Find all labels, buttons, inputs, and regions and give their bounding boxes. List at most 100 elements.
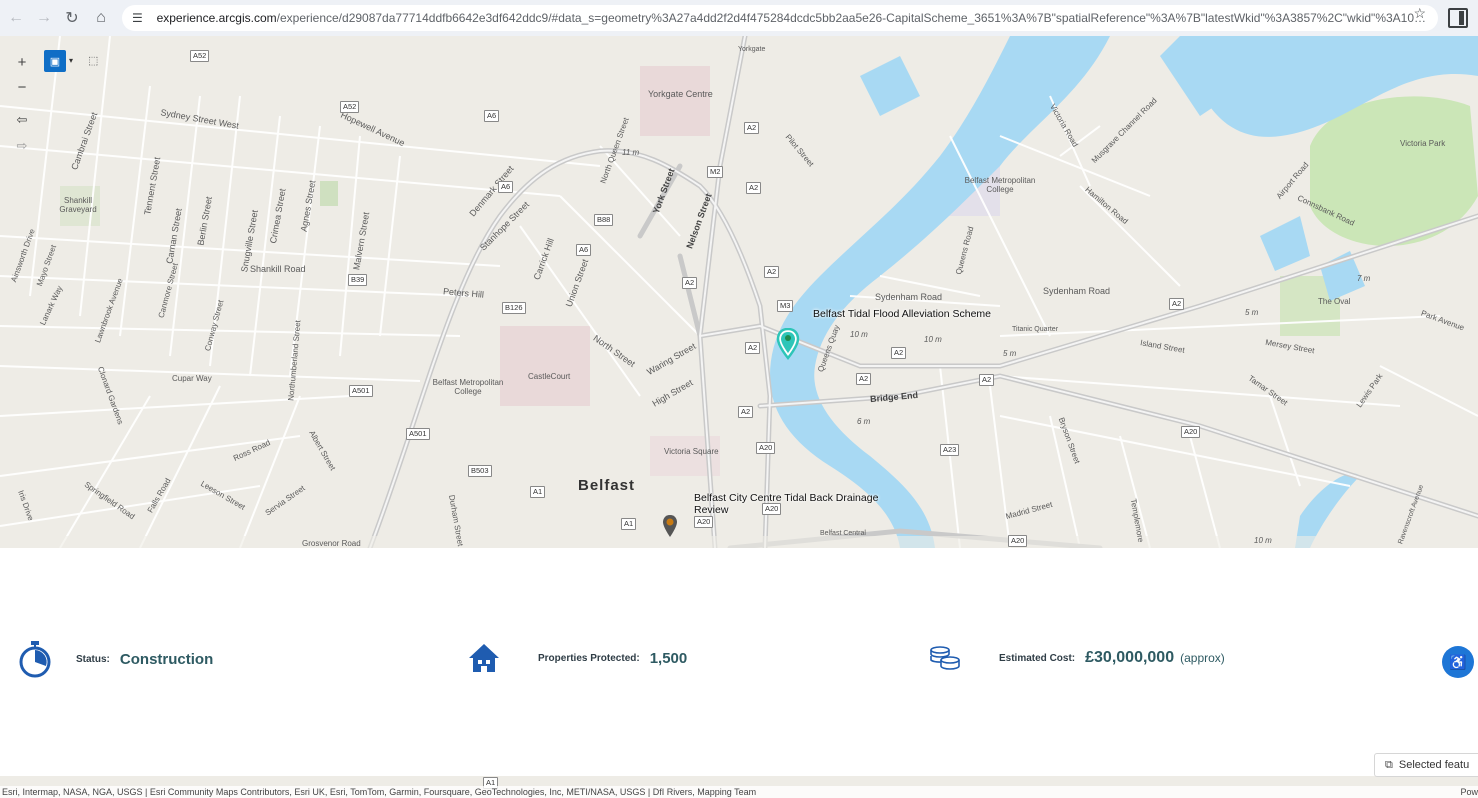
properties-label: Properties Protected: (538, 652, 640, 664)
road-shield: A6 (576, 244, 592, 256)
back-icon[interactable]: ← (2, 4, 30, 32)
road-shield: A2 (738, 406, 754, 418)
map-view[interactable]: Yorkgate Centre Yorkgate Sydney Street W… (0, 36, 1478, 548)
address-bar[interactable]: ☰ experience.arcgis.com /experience/d290… (122, 5, 1438, 31)
site-info-icon[interactable]: ☰ (132, 11, 149, 25)
road-shield: A2 (746, 182, 762, 194)
contour-label: 6 m (857, 417, 871, 426)
map-label: Victoria Park (1400, 139, 1446, 148)
road-shield: A2 (1169, 298, 1185, 310)
stopwatch-icon (19, 641, 51, 678)
status-stat: Status: Construction (18, 640, 213, 678)
map-label: Sydenham Road (875, 292, 943, 302)
road-shield: A20 (1181, 426, 1201, 438)
url-path: /experience/d29087da77714ddfb6642e3df642… (276, 11, 1428, 25)
road-shield: A2 (891, 347, 907, 359)
road-shield: A1 (621, 518, 637, 530)
road-shield: B126 (502, 302, 526, 314)
road-shield: A20 (694, 516, 714, 528)
feature-label[interactable]: Belfast City Centre Tidal Back Drainage … (694, 492, 884, 516)
contour-label: 11 m (622, 148, 640, 157)
url-host: experience.arcgis.com (156, 11, 277, 25)
attribution-text: Esri, Intermap, NASA, NGA, USGS | Esri C… (2, 787, 757, 797)
basemap (0, 36, 1478, 548)
status-label: Status: (76, 653, 110, 665)
map-label: Sydenham Road (1043, 286, 1111, 296)
map-label: Shankill Road (250, 264, 306, 274)
zoom-out-button[interactable]: − (10, 75, 34, 99)
feature-pin-drainage-review[interactable] (662, 514, 678, 538)
road-shield: A2 (856, 373, 872, 385)
road-shield: A6 (484, 110, 500, 122)
road-shield: A6 (498, 181, 514, 193)
previous-extent-button[interactable]: ⇦ (10, 108, 34, 132)
map-label: The Oval (1318, 297, 1351, 306)
road-shield: B39 (348, 274, 368, 286)
road-shield: A2 (744, 122, 760, 134)
road-shield: A23 (940, 444, 960, 456)
map-label: Shankill Graveyard (59, 196, 97, 214)
map-label: Belfast Metropolitan College (432, 378, 504, 396)
contour-label: 10 m (1254, 536, 1272, 545)
bookmark-star-icon[interactable]: ☆ (1413, 5, 1426, 22)
road-shield: A20 (1008, 535, 1028, 547)
contour-label: 5 m (1003, 349, 1017, 358)
map-label: CastleCourt (528, 372, 571, 381)
road-shield: A501 (349, 385, 373, 397)
map-label: Victoria Square (664, 447, 719, 456)
map-label: Yorkgate Centre (648, 89, 713, 99)
road-shield: A1 (530, 486, 546, 498)
side-panel-icon[interactable] (1448, 8, 1468, 28)
powered-by-text[interactable]: Pow (1456, 786, 1478, 798)
road-shield: A501 (406, 428, 430, 440)
map-label: Grosvenor Road (302, 539, 361, 548)
selected-features-label: Selected featu (1398, 759, 1470, 771)
accessibility-icon[interactable]: ♿ (1442, 646, 1474, 678)
map-attribution: Esri, Intermap, NASA, NGA, USGS | Esri C… (0, 786, 1478, 798)
status-value: Construction (119, 650, 214, 668)
contour-label: 7 m (1357, 274, 1371, 283)
contour-label: 5 m (1245, 308, 1259, 317)
home-icon[interactable]: ⌂ (87, 4, 115, 32)
road-shield: A2 (764, 266, 780, 278)
selected-features-button[interactable]: ⧉ Selected featu (1374, 753, 1478, 777)
road-shield: A52 (340, 101, 360, 113)
road-shield: A2 (979, 374, 995, 386)
select-dropdown-icon[interactable]: ▾ (69, 56, 73, 65)
scheme-info-panel: Status: Construction Properties Protecte… (0, 548, 1478, 776)
road-shield: A20 (756, 442, 776, 454)
cost-label: Estimated Cost: (999, 652, 1076, 664)
road-shield: B88 (594, 214, 614, 226)
road-shield: M3 (777, 300, 794, 312)
reload-icon[interactable]: ↻ (58, 4, 86, 32)
clear-selection-icon[interactable]: ⬚ (88, 54, 98, 67)
next-extent-button[interactable]: ⇨ (10, 134, 34, 158)
browser-toolbar: ← → ↻ ⌂ ☰ experience.arcgis.com /experie… (0, 0, 1478, 36)
road-shield: A52 (190, 50, 210, 62)
cost-note: (approx) (1180, 651, 1225, 665)
road-shield: A2 (682, 277, 698, 289)
coins-icon (930, 646, 960, 670)
house-icon (469, 644, 499, 672)
city-label: Belfast (578, 477, 636, 494)
contour-label: 10 m (924, 335, 942, 344)
selection-icon: ⧉ (1385, 758, 1393, 771)
properties-value: 1,500 (649, 649, 688, 667)
feature-label[interactable]: Belfast Tidal Flood Alleviation Scheme (813, 308, 991, 320)
select-tool-button[interactable]: ▣ (44, 50, 66, 72)
map-label: Titanic Quarter (1012, 326, 1059, 333)
cost-value: £30,000,000 (1085, 649, 1175, 666)
map-label: Yorkgate (738, 46, 766, 53)
forward-icon[interactable]: → (30, 4, 58, 32)
contour-label: 10 m (850, 330, 868, 339)
cost-stat: Estimated Cost: £30,000,000 (approx) (928, 644, 1225, 672)
feature-pin-flood-scheme[interactable] (776, 328, 800, 360)
road-shield: M2 (707, 166, 724, 178)
road-shield: A2 (745, 342, 761, 354)
map-label: Belfast Central (820, 530, 866, 537)
road-shield: B503 (468, 465, 492, 477)
map-label: Belfast Metropolitan College (964, 176, 1036, 194)
properties-stat: Properties Protected: 1,500 (467, 642, 687, 674)
map-label: Cupar Way (172, 374, 212, 383)
zoom-in-button[interactable]: + (10, 50, 34, 74)
